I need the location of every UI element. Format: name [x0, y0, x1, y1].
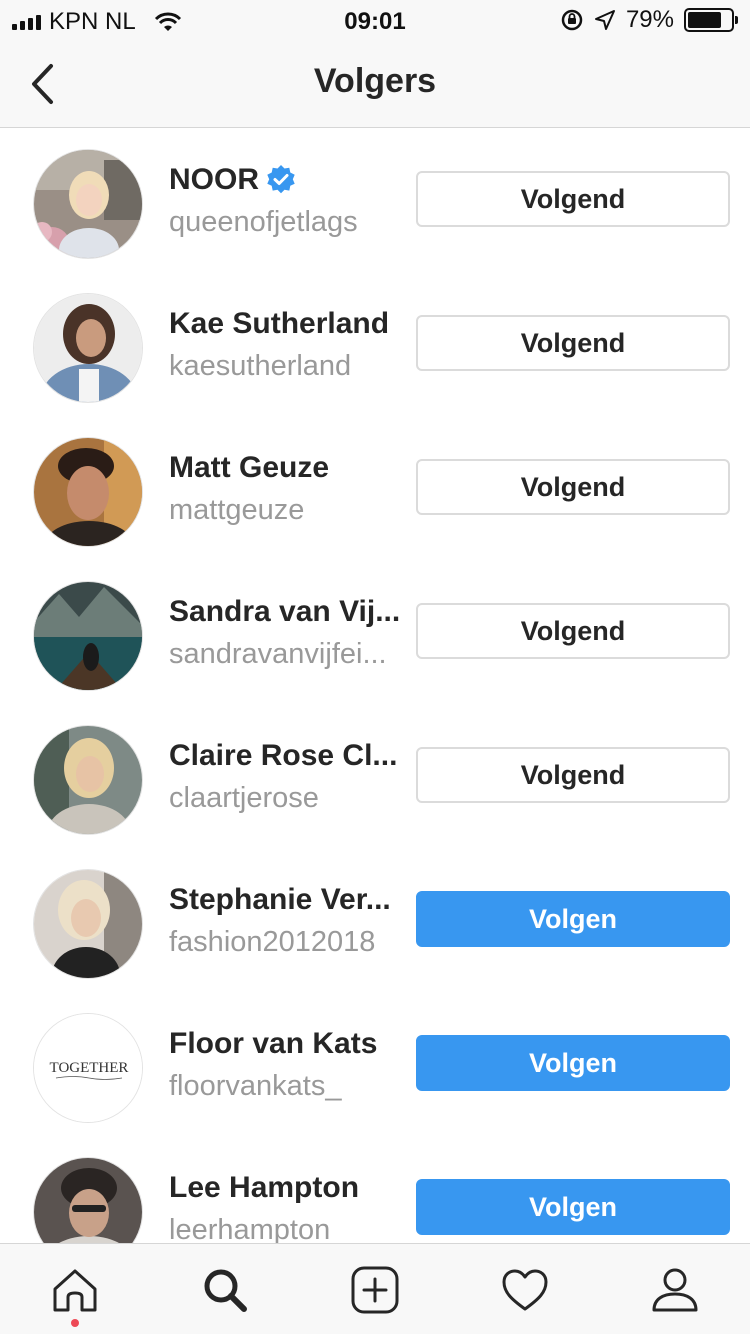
followers-list[interactable]: NOOR queenofjetlags Volgend Kae Sutherla…	[0, 129, 750, 1243]
nav-header: Volgers	[0, 40, 750, 128]
following-button[interactable]: Volgend	[416, 747, 730, 803]
user-text: Lee Hampton leerhampton	[169, 1169, 411, 1243]
list-item[interactable]: Claire Rose Cl... claartjerose Volgend	[0, 705, 750, 849]
display-name-text[interactable]: Floor van Kats	[169, 1025, 377, 1063]
avatar[interactable]	[33, 437, 143, 547]
list-item[interactable]: NOOR queenofjetlags Volgend	[0, 129, 750, 273]
display-name[interactable]: Floor van Kats	[169, 1025, 411, 1063]
username[interactable]: leerhampton	[169, 1211, 411, 1243]
user-text: Matt Geuze mattgeuze	[169, 449, 411, 529]
user-text: Claire Rose Cl... claartjerose	[169, 737, 411, 817]
username[interactable]: floorvankats_	[169, 1067, 411, 1105]
avatar[interactable]	[33, 581, 143, 691]
status-bar: KPN NL 09:01 79%	[0, 0, 750, 40]
profile-icon	[652, 1268, 698, 1311]
avatar[interactable]: TOGETHER	[33, 1013, 143, 1123]
display-name-text[interactable]: Sandra van Vij...	[169, 593, 400, 631]
follow-button[interactable]: Volgen	[416, 1179, 730, 1235]
follow-button[interactable]: Volgen	[416, 891, 730, 947]
display-name-text[interactable]: Matt Geuze	[169, 449, 329, 487]
display-name[interactable]: Lee Hampton	[169, 1169, 411, 1207]
following-button[interactable]: Volgend	[416, 603, 730, 659]
avatar[interactable]	[33, 869, 143, 979]
follow-button[interactable]: Volgen	[416, 1035, 730, 1091]
avatar[interactable]	[33, 1157, 143, 1243]
display-name[interactable]: Stephanie Ver...	[169, 881, 411, 919]
display-name-text[interactable]: Kae Sutherland	[169, 305, 389, 343]
search-icon	[204, 1269, 247, 1312]
display-name[interactable]: NOOR	[169, 161, 411, 199]
display-name-text[interactable]: Claire Rose Cl...	[169, 737, 397, 775]
user-text: NOOR queenofjetlags	[169, 161, 411, 241]
user-text: Stephanie Ver... fashion2012018	[169, 881, 411, 961]
avatar[interactable]	[33, 293, 143, 403]
tab-home[interactable]	[0, 1244, 150, 1334]
battery-level	[688, 12, 722, 28]
tab-search[interactable]	[150, 1244, 300, 1334]
list-item[interactable]: Stephanie Ver... fashion2012018 Volgen	[0, 849, 750, 993]
location-arrow-icon	[594, 10, 615, 30]
page-title: Volgers	[313, 62, 437, 100]
list-item[interactable]: Kae Sutherland kaesutherland Volgend	[0, 273, 750, 417]
user-text: Kae Sutherland kaesutherland	[169, 305, 411, 385]
display-name[interactable]: Kae Sutherland	[169, 305, 411, 343]
battery-icon	[684, 8, 738, 32]
username[interactable]: claartjerose	[169, 779, 411, 817]
user-text: Floor van Kats floorvankats_	[169, 1025, 411, 1105]
rotation-lock-icon	[561, 9, 583, 31]
list-item[interactable]: TOGETHER Floor van Kats floorvankats_ Vo…	[0, 993, 750, 1137]
tab-bar	[0, 1243, 750, 1334]
username[interactable]: queenofjetlags	[169, 203, 411, 241]
display-name-text[interactable]: NOOR	[169, 161, 259, 199]
tab-add-post[interactable]	[300, 1244, 450, 1334]
heart-icon	[502, 1269, 548, 1310]
avatar[interactable]	[33, 149, 143, 259]
list-item[interactable]: Matt Geuze mattgeuze Volgend	[0, 417, 750, 561]
verified-badge-icon	[267, 165, 295, 194]
following-button[interactable]: Volgend	[416, 171, 730, 227]
display-name[interactable]: Claire Rose Cl...	[169, 737, 411, 775]
status-right: 79%	[560, 6, 738, 34]
home-icon	[53, 1269, 97, 1311]
list-item[interactable]: Sandra van Vij... sandravanvijfei... Vol…	[0, 561, 750, 705]
display-name-text[interactable]: Lee Hampton	[169, 1169, 359, 1207]
avatar[interactable]	[33, 725, 143, 835]
tab-activity[interactable]	[450, 1244, 600, 1334]
following-button[interactable]: Volgend	[416, 459, 730, 515]
username[interactable]: mattgeuze	[169, 491, 411, 529]
add-post-icon	[351, 1266, 399, 1313]
display-name[interactable]: Sandra van Vij...	[169, 593, 411, 631]
notification-dot	[71, 1319, 79, 1327]
username[interactable]: sandravanvijfei...	[169, 635, 411, 673]
list-item[interactable]: Lee Hampton leerhampton Volgen	[0, 1137, 750, 1243]
following-button[interactable]: Volgend	[416, 315, 730, 371]
user-text: Sandra van Vij... sandravanvijfei...	[169, 593, 411, 673]
display-name-text[interactable]: Stephanie Ver...	[169, 881, 391, 919]
username[interactable]: fashion2012018	[169, 923, 411, 961]
tab-profile[interactable]	[600, 1244, 750, 1334]
battery-percent: 79%	[625, 6, 674, 33]
display-name[interactable]: Matt Geuze	[169, 449, 411, 487]
username[interactable]: kaesutherland	[169, 347, 411, 385]
avatar-logo-text: TOGETHER	[50, 1060, 129, 1076]
